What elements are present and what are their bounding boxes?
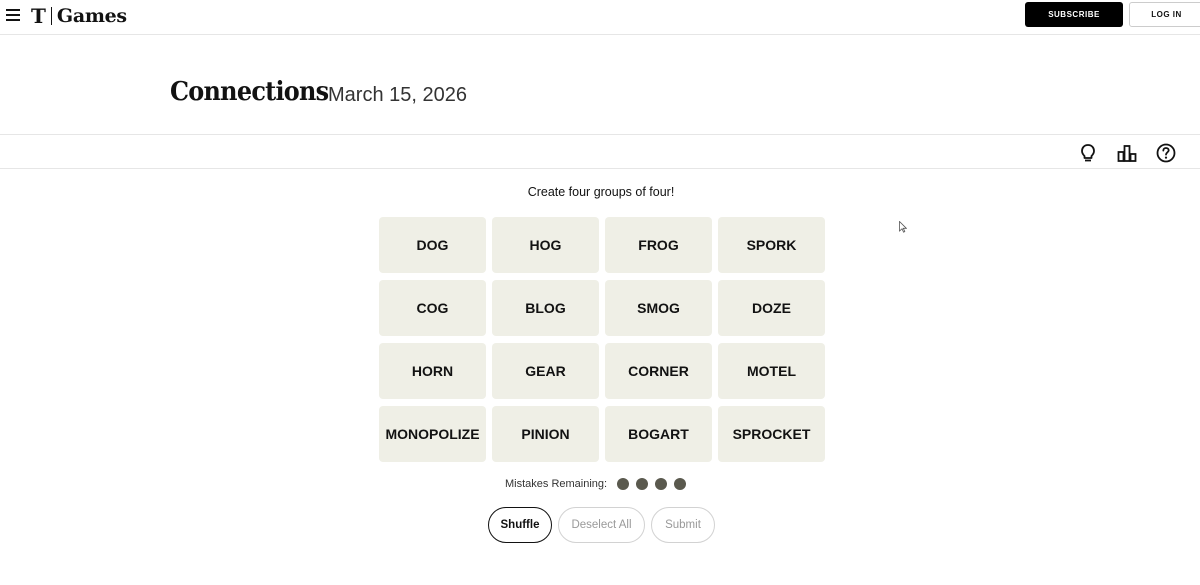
mistake-dot xyxy=(636,478,649,490)
puzzle-date: March 15, 2026 xyxy=(328,84,467,106)
logo-mark: T xyxy=(31,4,46,28)
word-tile[interactable]: FROG xyxy=(605,217,712,273)
word-tile[interactable]: DOZE xyxy=(718,280,825,336)
bar-chart-icon[interactable] xyxy=(1116,142,1138,164)
login-button[interactable]: LOG IN xyxy=(1129,2,1200,27)
word-tile[interactable]: MOTEL xyxy=(718,343,825,399)
word-tile[interactable]: GEAR xyxy=(492,343,599,399)
subscribe-button[interactable]: SUBSCRIBE xyxy=(1025,2,1123,27)
game-instructions: Create four groups of four! xyxy=(527,185,675,199)
menu-icon[interactable] xyxy=(6,9,20,21)
submit-button[interactable]: Submit xyxy=(651,507,715,543)
deselect-all-button[interactable]: Deselect All xyxy=(558,507,645,543)
mistake-dot xyxy=(674,478,687,490)
logo-text: Games xyxy=(56,5,127,27)
word-grid: DOG HOG FROG SPORK COG BLOG SMOG DOZE HO… xyxy=(379,217,825,462)
word-tile[interactable]: HOG xyxy=(492,217,599,273)
word-tile[interactable]: SMOG xyxy=(605,280,712,336)
word-tile[interactable]: DOG xyxy=(379,217,486,273)
word-tile[interactable]: MONOPOLIZE xyxy=(379,406,486,462)
mistake-dot xyxy=(617,478,630,490)
help-icon[interactable] xyxy=(1155,142,1177,164)
word-tile[interactable]: HORN xyxy=(379,343,486,399)
word-tile[interactable]: PINION xyxy=(492,406,599,462)
top-bar: T Games SUBSCRIBE LOG IN xyxy=(0,0,1200,35)
nyt-games-logo[interactable]: T Games xyxy=(31,4,127,28)
mistake-dots xyxy=(617,478,687,490)
word-tile[interactable]: SPORK xyxy=(718,217,825,273)
mouse-cursor-icon xyxy=(899,221,907,233)
word-tile[interactable]: BLOG xyxy=(492,280,599,336)
word-tile[interactable]: COG xyxy=(379,280,486,336)
word-tile[interactable]: CORNER xyxy=(605,343,712,399)
mistakes-label: Mistakes Remaining: xyxy=(505,478,608,490)
shuffle-button[interactable]: Shuffle xyxy=(488,507,552,543)
word-tile[interactable]: BOGART xyxy=(605,406,712,462)
word-tile[interactable]: SPROCKET xyxy=(718,406,825,462)
lightbulb-icon[interactable] xyxy=(1077,142,1099,164)
game-toolbar xyxy=(0,135,1200,169)
page-title: Connections xyxy=(170,77,329,107)
mistake-dot xyxy=(655,478,668,490)
title-bar: Connections March 15, 2026 xyxy=(0,35,1200,135)
logo-divider xyxy=(50,7,52,25)
mistakes-indicator: Mistakes Remaining: xyxy=(505,478,687,490)
